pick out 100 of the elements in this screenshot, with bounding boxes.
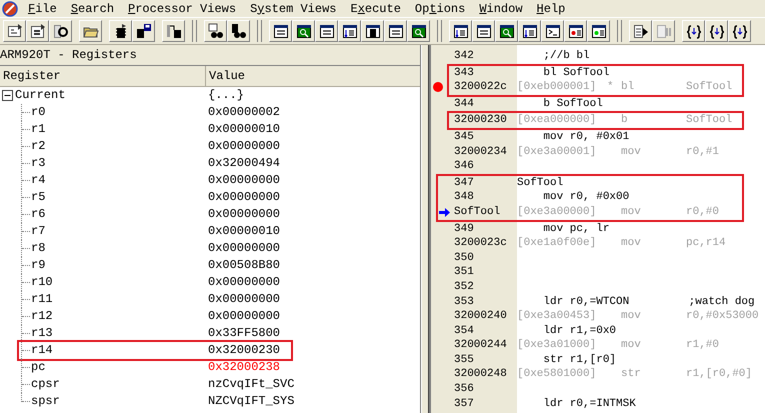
toolbar-button[interactable] — [541, 20, 564, 42]
menu-item[interactable]: System Views — [244, 0, 342, 16]
source-code: mov r0, #0x01 — [542, 130, 630, 145]
register-value: 0x00000000 — [208, 291, 280, 308]
toolbar-button[interactable] — [315, 20, 338, 42]
register-name: r10 — [31, 274, 53, 291]
toolbar-button[interactable] — [564, 20, 587, 42]
register-name: r11 — [31, 291, 53, 308]
toolbar-button[interactable] — [162, 20, 185, 42]
address: 32000240 — [454, 309, 508, 324]
toolbar-button[interactable] — [449, 20, 472, 42]
operands: r0,#0 — [686, 204, 720, 220]
binoculars-icon — [208, 23, 224, 39]
mnemonic: mov — [621, 144, 642, 160]
address: 3200022c — [454, 80, 508, 95]
menu-item[interactable]: Help — [530, 0, 572, 16]
toolbar-button[interactable] — [384, 20, 407, 42]
collapse-icon[interactable] — [2, 90, 13, 101]
menu-item[interactable]: Search — [64, 0, 120, 16]
line-number: 342 — [454, 49, 475, 64]
operands: SofTool — [686, 80, 732, 95]
source-code: ldr r1,=0x0 — [542, 324, 616, 338]
mnemonic: str — [621, 367, 642, 382]
operands: SofTool — [686, 113, 732, 128]
operands: r0,#1 — [686, 144, 720, 160]
toolbar-button[interactable] — [79, 20, 102, 42]
line-number: 350 — [454, 250, 475, 266]
run-icon — [632, 23, 648, 39]
source-code: b SofTool — [542, 96, 603, 112]
search-window-icon — [498, 23, 514, 39]
toolbar-button[interactable] — [269, 20, 292, 42]
toolbar-button[interactable] — [109, 20, 132, 42]
mnemonic: mov — [621, 204, 642, 220]
register-value: nzCvqIFt_SVC — [208, 376, 294, 393]
toolbar-button[interactable] — [361, 20, 384, 42]
breakpoint-window-icon — [568, 23, 584, 39]
register-name: r12 — [31, 308, 53, 325]
list-window-icon — [452, 23, 468, 39]
opcode: [0xea000000] — [517, 113, 598, 128]
mnemonic: mov — [621, 338, 642, 353]
toolbar-button[interactable] — [292, 20, 315, 42]
chip-save-icon — [136, 23, 152, 39]
register-name: r8 — [31, 240, 46, 257]
toolbar-button[interactable] — [495, 20, 518, 42]
mnemonic: bl — [621, 80, 636, 95]
toolbar-button[interactable] — [227, 20, 250, 42]
address: 32000230 — [454, 113, 508, 128]
menu-item[interactable]: File — [22, 0, 63, 16]
source-code: ldr r0,=INTMSK — [542, 396, 636, 412]
search-window-icon — [296, 23, 312, 39]
toolbar-button[interactable] — [629, 20, 652, 42]
register-name: r2 — [31, 138, 46, 155]
menu-item[interactable]: Window — [473, 0, 529, 16]
toolbar-button[interactable] — [682, 20, 705, 42]
toolbar-button[interactable] — [26, 20, 49, 42]
register-value: 0x00000002 — [208, 104, 280, 121]
register-name: r5 — [31, 189, 46, 206]
register-name: r3 — [31, 155, 46, 172]
line-number: 343 — [454, 66, 475, 80]
register-name: r6 — [31, 206, 46, 223]
source-code: ;//b bl — [542, 49, 590, 64]
operands: pc,r14 — [686, 236, 726, 251]
braces-icon — [708, 23, 724, 39]
line-number: 352 — [454, 280, 475, 294]
source-code: mov pc, lr — [542, 222, 610, 236]
toolbar-button[interactable] — [3, 20, 26, 42]
mnemonic: mov — [621, 309, 642, 324]
menu-item[interactable]: Execute — [344, 0, 407, 16]
menu-item[interactable]: Processor Views — [122, 0, 242, 16]
column-header[interactable]: Value — [206, 66, 420, 86]
opcode: [0xe5801000] — [517, 367, 598, 382]
toolbar-button[interactable] — [728, 20, 751, 42]
toolbar-button[interactable] — [204, 20, 227, 42]
menu-item[interactable]: Options — [408, 0, 472, 16]
toolbar-button[interactable] — [518, 20, 541, 42]
splitter[interactable] — [421, 45, 429, 413]
opcode: [0xe3a01000] — [517, 338, 598, 353]
operands: r0,#0x53000 — [686, 309, 759, 324]
toolbar-button[interactable] — [338, 20, 361, 42]
line-number: 355 — [454, 352, 475, 368]
register-value: {...} — [208, 87, 244, 104]
toolbar-button[interactable] — [132, 20, 155, 42]
source-code: SofTool — [517, 176, 564, 190]
opcode: [0xeb000001] — [517, 80, 598, 95]
breakpoint-icon[interactable] — [433, 82, 443, 92]
window-icon — [590, 23, 606, 39]
toolbar-button[interactable] — [407, 20, 430, 42]
line-number: 357 — [454, 396, 475, 412]
source-code: mov r0, #0x00 — [542, 190, 630, 205]
toolbar-button[interactable] — [705, 20, 728, 42]
toolbar-button[interactable] — [49, 20, 72, 42]
app-icon[interactable] — [2, 0, 18, 16]
opcode: [0xe1a0f00e] — [517, 236, 598, 251]
window-icon — [388, 23, 404, 39]
column-header[interactable]: Register — [0, 66, 206, 86]
binoculars-icon — [230, 23, 246, 39]
toolbar-button[interactable] — [472, 20, 495, 42]
register-value: NZCVqIFT_SYS — [208, 393, 294, 410]
toolbar-button[interactable] — [587, 20, 610, 42]
list-window-icon — [342, 23, 358, 39]
